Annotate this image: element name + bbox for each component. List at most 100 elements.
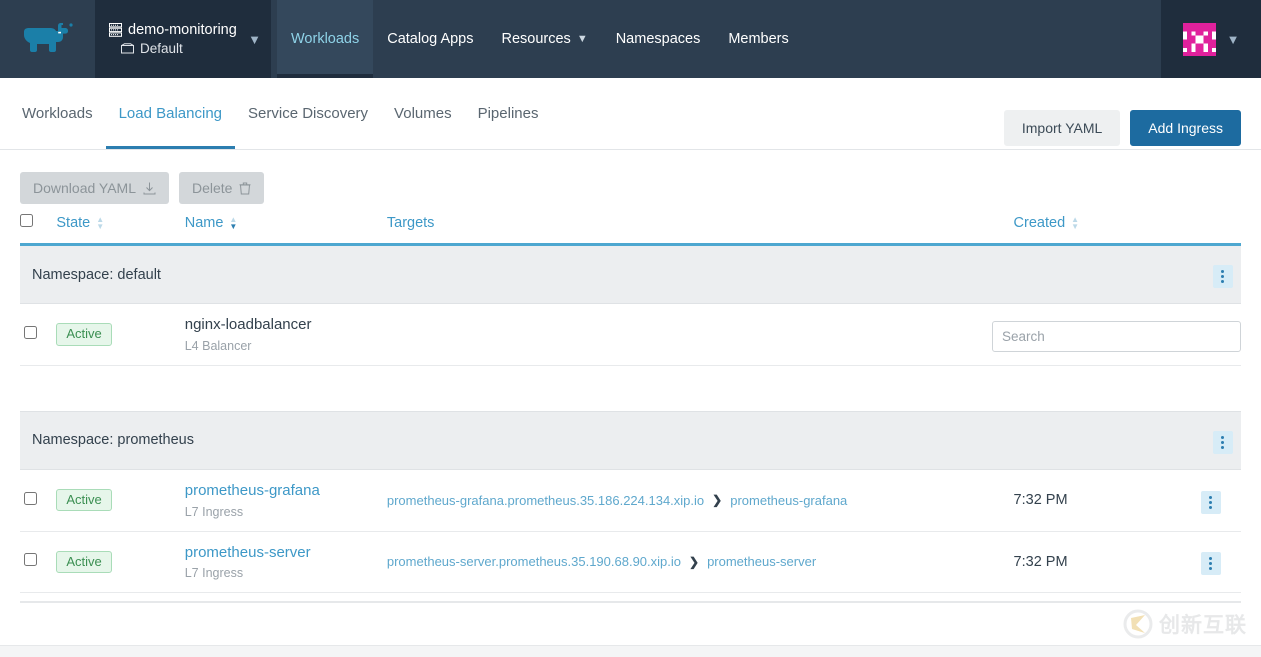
row-created-cell: 7:32 PM — [1014, 469, 1201, 531]
select-all-checkbox[interactable] — [20, 214, 33, 227]
tab-label: Load Balancing — [119, 105, 222, 122]
table-toolbar: Download YAML Delete — [0, 150, 1261, 208]
target-host-link[interactable]: prometheus-server.prometheus.35.190.68.9… — [387, 554, 681, 569]
tab-list: Workloads Load Balancing Service Discove… — [0, 78, 551, 149]
target-service-link[interactable]: prometheus-server — [707, 554, 816, 569]
row-created-cell: 7:32 PM — [1014, 531, 1201, 593]
nav-link-label: Members — [728, 31, 788, 47]
chevron-down-icon: ▼ — [1227, 32, 1240, 47]
nav-link-label: Resources — [502, 31, 571, 47]
nav-link-resources[interactable]: Resources ▼ — [488, 0, 602, 78]
target-entry: prometheus-grafana.prometheus.35.186.224… — [387, 493, 1014, 508]
sort-by-name[interactable]: Name ▲▼ — [185, 215, 238, 231]
cluster-project-selector[interactable]: demo-monitoring Default ▼ — [95, 0, 271, 78]
kebab-menu-icon[interactable] — [1201, 491, 1221, 514]
row-select-cell — [20, 469, 56, 531]
header-action-buttons: Import YAML Add Ingress — [1004, 110, 1241, 146]
chevron-right-icon: ❯ — [689, 555, 699, 569]
status-badge: Active — [56, 323, 111, 345]
nav-link-namespaces[interactable]: Namespaces — [602, 0, 715, 78]
project-name: Default — [140, 41, 183, 56]
created-column-header: Created ▲▼ — [1014, 208, 1201, 245]
tab-pipelines[interactable]: Pipelines — [465, 78, 552, 149]
sort-by-state[interactable]: State ▲▼ — [56, 215, 104, 231]
server-stack-icon — [109, 23, 122, 37]
nav-link-catalog-apps[interactable]: Catalog Apps — [373, 0, 487, 78]
row-checkbox[interactable] — [24, 553, 37, 566]
download-icon — [143, 182, 156, 195]
created-header-label: Created — [1014, 215, 1066, 231]
namespace-group-row: Namespace: default — [20, 245, 1241, 304]
row-select-cell — [20, 304, 56, 366]
load-balancer-table: State ▲▼ Name ▲▼ Targets Created — [20, 208, 1241, 593]
nav-link-workloads[interactable]: Workloads — [277, 0, 373, 78]
page-footer — [0, 645, 1261, 657]
rancher-logo[interactable] — [0, 0, 95, 78]
delete-button[interactable]: Delete — [179, 172, 264, 204]
group-spacer — [20, 365, 1241, 411]
sort-by-created[interactable]: Created ▲▼ — [1014, 215, 1080, 231]
tab-load-balancing[interactable]: Load Balancing — [106, 78, 235, 149]
targets-header-label: Targets — [387, 215, 435, 231]
sort-arrows-icon: ▲▼ — [96, 216, 104, 230]
download-yaml-button[interactable]: Download YAML — [20, 172, 169, 204]
import-yaml-button[interactable]: Import YAML — [1004, 110, 1120, 146]
tab-label: Volumes — [394, 105, 452, 122]
table-row: Active prometheus-server L7 Ingress prom… — [20, 531, 1241, 593]
tab-workloads[interactable]: Workloads — [22, 78, 106, 149]
namespace-group-row: Namespace: prometheus — [20, 411, 1241, 469]
row-state-cell: Active — [56, 304, 184, 366]
chevron-down-icon: ▼ — [577, 33, 588, 45]
nav-link-members[interactable]: Members — [714, 0, 802, 78]
kebab-menu-icon[interactable] — [1213, 431, 1233, 454]
resource-name: nginx-loadbalancer — [185, 316, 387, 335]
row-checkbox[interactable] — [24, 326, 37, 339]
tab-label: Service Discovery — [248, 105, 368, 122]
chevron-right-icon: ❯ — [712, 493, 722, 507]
state-header-label: State — [56, 215, 90, 231]
nav-link-label: Namespaces — [616, 31, 701, 47]
row-name-cell: prometheus-server L7 Ingress — [185, 531, 387, 593]
sort-arrows-icon: ▲▼ — [229, 216, 237, 230]
row-name-cell: nginx-loadbalancer L4 Balancer — [185, 304, 387, 366]
kebab-menu-icon[interactable] — [1201, 552, 1221, 575]
target-entry: prometheus-server.prometheus.35.190.68.9… — [387, 554, 1014, 569]
target-host-link[interactable]: prometheus-grafana.prometheus.35.186.224… — [387, 493, 704, 508]
name-header-label: Name — [185, 215, 224, 231]
search-input[interactable] — [992, 321, 1241, 352]
folder-icon — [121, 43, 134, 54]
load-balancer-table-container: State ▲▼ Name ▲▼ Targets Created — [0, 208, 1261, 593]
row-actions-column-header — [1201, 208, 1241, 245]
nav-link-label: Catalog Apps — [387, 31, 473, 47]
delete-label: Delete — [192, 180, 232, 196]
footer-divider — [20, 601, 1241, 603]
user-menu[interactable]: ▼ — [1161, 0, 1261, 78]
name-column-header: Name ▲▼ — [185, 208, 387, 245]
tab-service-discovery[interactable]: Service Discovery — [235, 78, 381, 149]
watermark: 创新互联 — [1123, 609, 1247, 639]
row-targets-cell: prometheus-grafana.prometheus.35.186.224… — [387, 469, 1014, 531]
row-checkbox[interactable] — [24, 492, 37, 505]
chevron-down-icon: ▼ — [248, 32, 261, 47]
tab-label: Pipelines — [478, 105, 539, 122]
watermark-text: 创新互联 — [1159, 609, 1247, 639]
row-select-cell — [20, 531, 56, 593]
table-row: Active prometheus-grafana L7 Ingress pro… — [20, 469, 1241, 531]
namespace-group-actions — [1201, 411, 1241, 469]
resource-type: L7 Ingress — [185, 505, 387, 519]
select-all-header — [20, 208, 56, 245]
row-actions-cell — [1201, 531, 1241, 593]
tab-label: Workloads — [22, 105, 93, 122]
kebab-menu-icon[interactable] — [1213, 265, 1233, 288]
tab-volumes[interactable]: Volumes — [381, 78, 465, 149]
row-targets-cell — [387, 304, 1014, 366]
add-ingress-button[interactable]: Add Ingress — [1130, 110, 1241, 146]
target-service-link[interactable]: prometheus-grafana — [730, 493, 847, 508]
row-state-cell: Active — [56, 531, 184, 593]
resource-name-link[interactable]: prometheus-server — [185, 544, 387, 563]
resource-type: L4 Balancer — [185, 339, 387, 353]
namespace-group-actions — [1201, 245, 1241, 304]
nav-link-label: Workloads — [291, 31, 359, 47]
cluster-name: demo-monitoring — [128, 22, 237, 38]
resource-name-link[interactable]: prometheus-grafana — [185, 482, 387, 501]
